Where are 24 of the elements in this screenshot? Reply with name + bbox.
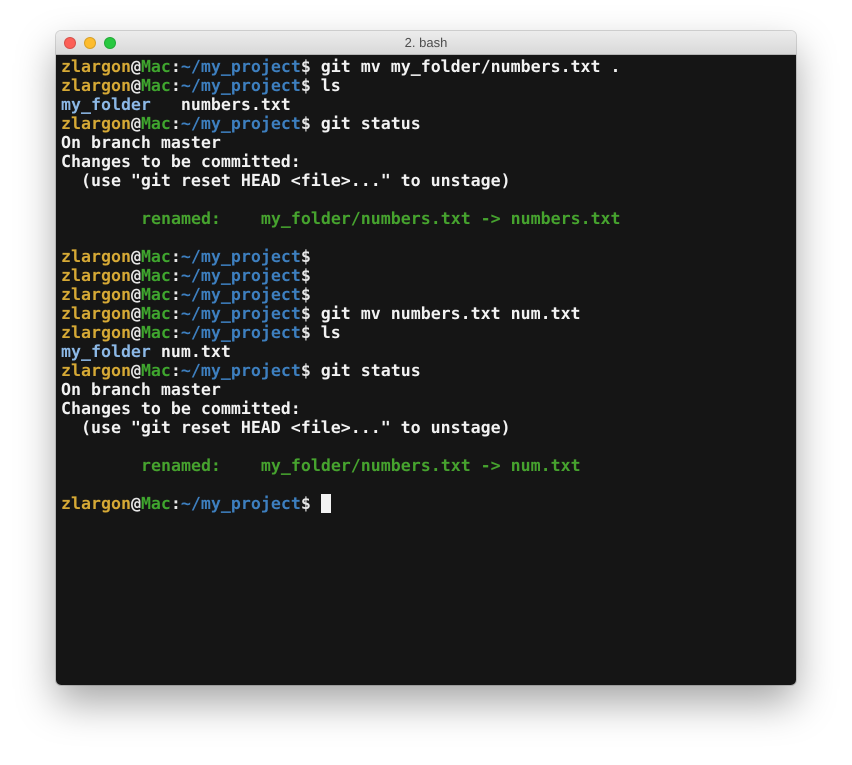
minimize-button[interactable] (84, 36, 96, 48)
terminal-line: zlargon@Mac:~/my_project$ (61, 247, 311, 266)
close-button[interactable] (64, 36, 76, 48)
terminal-line: zlargon@Mac:~/my_project$ git status (61, 361, 421, 380)
terminal-line: (use "git reset HEAD <file>..." to unstage) (80, 171, 511, 190)
terminal-line: my_folder numbers.txt (61, 95, 291, 114)
terminal-line: On branch master (61, 380, 221, 399)
zoom-button[interactable] (104, 36, 116, 48)
terminal-line: (use "git reset HEAD <file>..." to unstage) (80, 418, 511, 437)
terminal-line: zlargon@Mac:~/my_project$ (61, 285, 311, 304)
terminal-line: renamed: my_folder/numbers.txt -> numbers.txt (141, 209, 621, 228)
terminal-line: On branch master (61, 133, 221, 152)
terminal-line: Changes to be committed: (61, 399, 301, 418)
terminal-line: zlargon@Mac:~/my_project$ ls (61, 76, 341, 95)
terminal-line: zlargon@Mac:~/my_project$ git mv numbers.txt num.txt (61, 304, 581, 323)
window-title: 2. bash (404, 35, 448, 50)
terminal-line: zlargon@Mac:~/my_project$ (61, 266, 311, 285)
terminal-line: renamed: my_folder/numbers.txt -> num.txt (141, 456, 581, 475)
terminal-line: my_folder num.txt (61, 342, 231, 361)
terminal-line: zlargon@Mac:~/my_project$ git mv my_folder/numbers.txt . (61, 57, 621, 76)
terminal-line: zlargon@Mac:~/my_project$ (61, 494, 311, 513)
terminal-line: zlargon@Mac:~/my_project$ git status (61, 114, 421, 133)
terminal-line: zlargon@Mac:~/my_project$ ls (61, 323, 341, 342)
terminal-line: Changes to be committed: (61, 152, 301, 171)
